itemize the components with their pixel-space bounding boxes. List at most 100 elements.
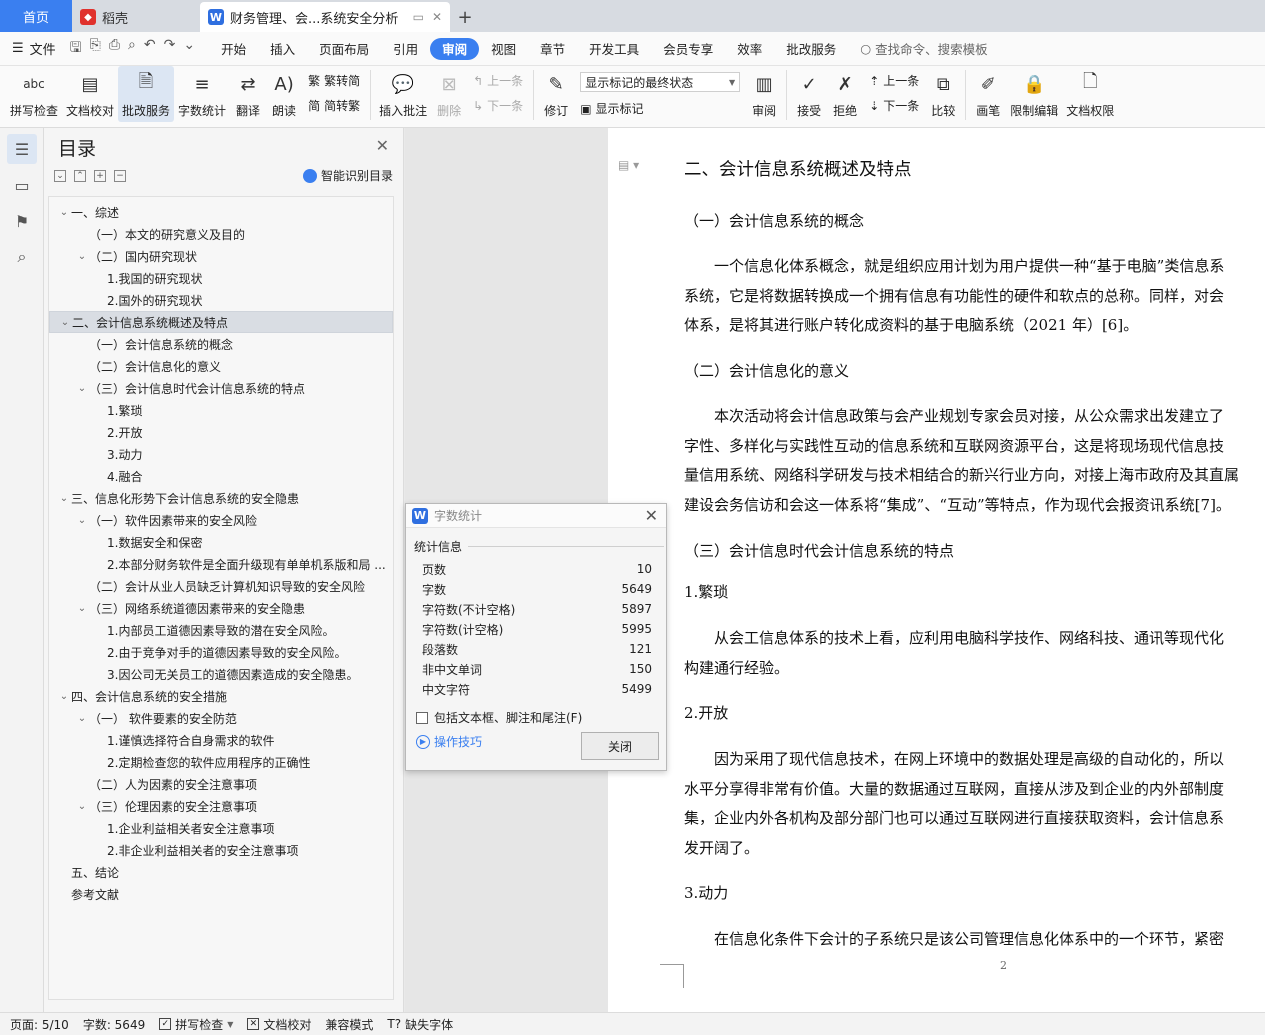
review-pane-button[interactable]: ▥ 审阅 xyxy=(746,66,782,122)
print-preview-icon[interactable]: ⌕ xyxy=(128,37,136,61)
find-icon[interactable]: ⌕ xyxy=(7,242,37,272)
save-icon[interactable]: 🖫 xyxy=(70,37,82,61)
read-aloud-button[interactable]: A) 朗读 xyxy=(266,66,302,122)
pen-button[interactable]: ✐ 画笔 xyxy=(970,66,1006,122)
command-search[interactable]: ○ 查找命令、搜索模板 xyxy=(860,39,987,58)
include-textbox-checkbox[interactable]: 包括文本框、脚注和尾注(F) xyxy=(416,709,666,726)
toc-item[interactable]: 五、结论 xyxy=(49,861,393,883)
toc-item[interactable]: （二）会计信息化的意义 xyxy=(49,355,393,377)
dialog-title-bar[interactable]: W 字数统计 ✕ xyxy=(406,504,666,528)
menu-view[interactable]: 视图 xyxy=(479,38,528,60)
chevron-down-icon[interactable]: ⌄ xyxy=(75,603,89,614)
undo-icon[interactable]: ↶ xyxy=(144,37,156,61)
ai-toc-button[interactable]: 智能识别目录 xyxy=(302,167,393,184)
trad-to-simp-button[interactable]: 繁繁转简 xyxy=(308,72,360,89)
chevron-down-icon[interactable]: ⌄ xyxy=(57,691,71,702)
toc-item[interactable]: ⌄ 二、会计信息系统概述及特点 xyxy=(49,311,393,333)
export-pdf-icon[interactable]: ⎘ xyxy=(90,37,101,61)
doc-proof-button[interactable]: ▤ 文档校对 xyxy=(62,66,118,122)
dialog-close-icon[interactable]: ✕ xyxy=(645,506,658,525)
spellcheck-button[interactable]: abc 拼写检查 xyxy=(6,66,62,122)
close-button[interactable]: 关闭 xyxy=(581,732,659,760)
toc-item[interactable]: ⌄ 三、信息化形势下会计信息系统的安全隐患 xyxy=(49,487,393,509)
word-count-button[interactable]: ≡ 字数统计 xyxy=(174,66,230,122)
prev-revision-button[interactable]: ⇡ 上一条 xyxy=(869,72,919,89)
toc-item[interactable]: 1.企业利益相关者安全注意事项 xyxy=(49,817,393,839)
chevron-down-icon[interactable]: ⌄ xyxy=(75,251,89,262)
menu-grading[interactable]: 批改服务 xyxy=(774,38,848,60)
prev-comment-button[interactable]: ↰ 上一条 xyxy=(473,72,523,89)
toc-item[interactable]: 1.谨慎选择符合自身需求的软件 xyxy=(49,729,393,751)
toc-item[interactable]: 1.内部员工道德因素导致的潜在安全风险。 xyxy=(49,619,393,641)
chevron-down-icon[interactable]: ⌄ xyxy=(75,801,89,812)
tab-document[interactable]: W 财务管理、会...系统安全分析 ▭ ✕ xyxy=(200,2,450,32)
menu-efficiency[interactable]: 效率 xyxy=(725,38,774,60)
toc-item[interactable]: 2.开放 xyxy=(49,421,393,443)
toc-item[interactable]: ⌄ （三）会计信息时代会计信息系统的特点 xyxy=(49,377,393,399)
delete-comment-button[interactable]: ⊠ 删除 xyxy=(431,66,467,122)
translate-button[interactable]: ⇄ 翻译 xyxy=(230,66,266,122)
toc-item[interactable]: ⌄ 四、会计信息系统的安全措施 xyxy=(49,685,393,707)
bookmark-icon[interactable]: ⚑ xyxy=(7,206,37,236)
menu-developer[interactable]: 开发工具 xyxy=(577,38,651,60)
simp-to-trad-button[interactable]: 简简转繁 xyxy=(308,97,360,114)
chevron-down-icon[interactable]: ⌄ xyxy=(58,317,72,328)
toc-item[interactable]: 参考文献 xyxy=(49,883,393,905)
toc-item[interactable]: ⌄ （二）国内研究现状 xyxy=(49,245,393,267)
toc-item[interactable]: ⌄ 一、综述 xyxy=(49,201,393,223)
compare-button[interactable]: ⧉ 比较 xyxy=(925,66,961,122)
word-count-indicator[interactable]: 字数: 5649 xyxy=(83,1016,145,1033)
redo-icon[interactable]: ↷ xyxy=(164,37,176,61)
toc-item[interactable]: （一）会计信息系统的概念 xyxy=(49,333,393,355)
spellcheck-status[interactable]: ✓ 拼写检查 ▼ xyxy=(159,1016,233,1033)
toc-item[interactable]: 3.因公司无关员工的道德因素造成的安全隐患。 xyxy=(49,663,393,685)
chevron-down-icon[interactable]: ⌄ xyxy=(57,493,71,504)
expand-all-icon[interactable]: ⌃ xyxy=(74,170,86,182)
menu-reference[interactable]: 引用 xyxy=(381,38,430,60)
menu-start[interactable]: 开始 xyxy=(209,38,258,60)
toc-item[interactable]: ⌄ （一）软件因素带来的安全风险 xyxy=(49,509,393,531)
collapse-all-icon[interactable]: ⌄ xyxy=(54,170,66,182)
tab-close-icon[interactable]: ✕ xyxy=(432,10,442,24)
next-revision-button[interactable]: ⇣ 下一条 xyxy=(869,97,919,114)
toc-item[interactable]: 4.融合 xyxy=(49,465,393,487)
accept-button[interactable]: ✓ 接受 xyxy=(791,66,827,122)
reject-button[interactable]: ✗ 拒绝 xyxy=(827,66,863,122)
toc-item[interactable]: 2.定期检查您的软件应用程序的正确性 xyxy=(49,751,393,773)
insert-comment-button[interactable]: 💬 插入批注 xyxy=(375,66,431,122)
menu-page-layout[interactable]: 页面布局 xyxy=(307,38,381,60)
toc-item[interactable]: ⌄ （一） 软件要素的安全防范 xyxy=(49,707,393,729)
next-comment-button[interactable]: ↳ 下一条 xyxy=(473,97,523,114)
menu-insert[interactable]: 插入 xyxy=(258,38,307,60)
toc-item[interactable]: 2.非企业利益相关者的安全注意事项 xyxy=(49,839,393,861)
close-icon[interactable]: ✕ xyxy=(376,136,389,155)
menu-review[interactable]: 审阅 xyxy=(430,37,480,60)
tab-restore-icon[interactable]: ▭ xyxy=(413,10,424,24)
toc-item[interactable]: ⌄ （三）伦理因素的安全注意事项 xyxy=(49,795,393,817)
grading-button[interactable]: 🗎 批改服务 xyxy=(118,66,175,122)
show-markup-button[interactable]: ▣ 显示标记 xyxy=(580,100,740,117)
menu-member[interactable]: 会员专享 xyxy=(651,38,725,60)
restrict-edit-button[interactable]: 🔒 限制编辑 xyxy=(1006,66,1062,122)
toc-item[interactable]: 1.我国的研究现状 xyxy=(49,267,393,289)
revise-button[interactable]: ✎ 修订 xyxy=(538,66,574,122)
compat-mode[interactable]: 兼容模式 xyxy=(325,1016,373,1033)
add-heading-icon[interactable]: + xyxy=(94,170,106,182)
tab-daoke[interactable]: ◆ 稻壳 xyxy=(72,2,200,32)
toc-item[interactable]: ⌄ （三）网络系统道德因素带来的安全隐患 xyxy=(49,597,393,619)
toc-item[interactable]: 3.动力 xyxy=(49,443,393,465)
quick-access-more-icon[interactable]: ⌄ xyxy=(183,37,195,61)
doc-permission-button[interactable]: 🗋 文档权限 xyxy=(1062,66,1118,122)
doc-outline-icon[interactable]: ▤ ▾ xyxy=(618,158,639,172)
chevron-down-icon[interactable]: ⌄ xyxy=(57,207,71,218)
chapter-panel-icon[interactable]: ▭ xyxy=(7,170,37,200)
document-page[interactable]: ▤ ▾ 二、会计信息系统概述及特点 （一）会计信息系统的概念 一个信息化体系概念… xyxy=(608,128,1265,1012)
file-menu[interactable]: ☰ 文件 xyxy=(12,39,56,58)
toc-item[interactable]: 1.数据安全和保密 xyxy=(49,531,393,553)
tips-link[interactable]: ▶ 操作技巧 xyxy=(416,733,482,750)
chevron-down-icon[interactable]: ⌄ xyxy=(75,383,89,394)
page-indicator[interactable]: 页面: 5/10 xyxy=(10,1016,69,1033)
toc-item[interactable]: 2.由于竞争对手的道德因素导致的安全风险。 xyxy=(49,641,393,663)
toc-item[interactable]: 1.繁琐 xyxy=(49,399,393,421)
remove-heading-icon[interactable]: − xyxy=(114,170,126,182)
